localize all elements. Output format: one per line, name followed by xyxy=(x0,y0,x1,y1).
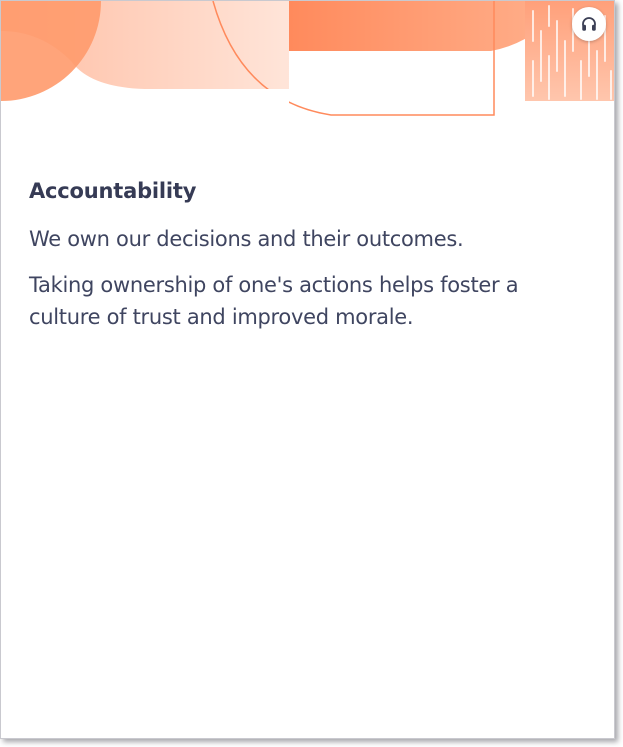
card-content: Accountability We own our decisions and … xyxy=(29,179,586,347)
audio-button[interactable] xyxy=(572,7,606,41)
card-title: Accountability xyxy=(29,179,197,203)
value-card: Accountability We own our decisions and … xyxy=(0,0,615,739)
decorative-banner xyxy=(1,1,614,126)
card-paragraph: Taking ownership of one's actions helps … xyxy=(29,273,519,329)
headphones-icon xyxy=(582,17,596,31)
card-paragraph: We own our decisions and their outcomes. xyxy=(29,227,464,251)
